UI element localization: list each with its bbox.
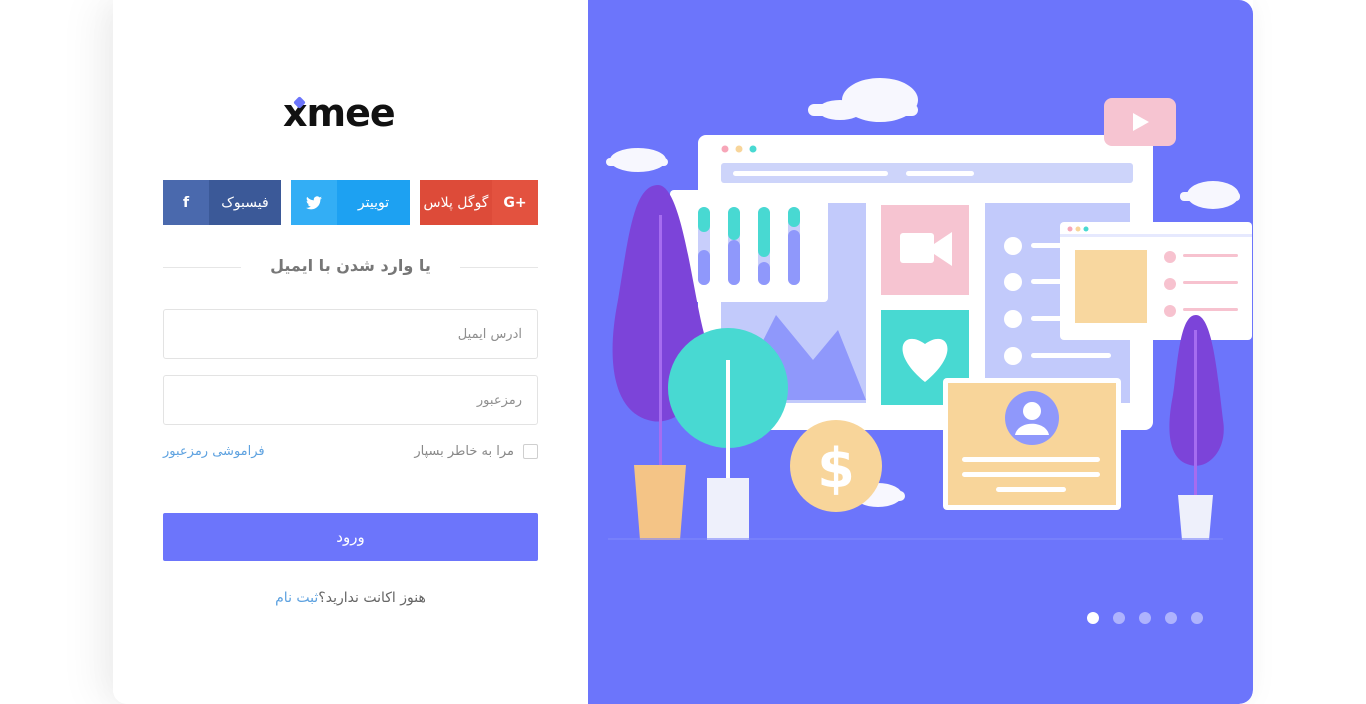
carousel-dot[interactable] [1113,612,1125,624]
facebook-label: فیسبوک [221,194,269,211]
signup-prompt: هنوز اکانت ندارید؟ثبت نام [113,590,588,606]
remember-checkbox[interactable] [523,444,538,459]
facebook-login-button[interactable]: f فیسبوک [163,180,281,225]
email-input[interactable] [164,310,537,358]
facebook-icon: f [163,180,209,225]
email-divider: یا وارد شدن با ایمیل [163,256,538,280]
remember-me[interactable]: مرا به خاطر بسپار [414,444,538,459]
twitter-login-button[interactable]: توییتر [291,180,410,225]
login-card: xmee f فیسبوک توییتر G+ گوگل پلاس یا وار… [113,0,1253,704]
divider-line [460,267,538,268]
signup-text: هنوز اکانت ندارید؟ [318,590,426,606]
carousel-dots [1087,612,1203,624]
login-panel: xmee f فیسبوک توییتر G+ گوگل پلاس یا وار… [113,0,588,704]
twitter-icon [291,180,337,225]
login-button[interactable]: ورود [163,513,538,561]
divider-line [163,267,241,268]
remember-label: مرا به خاطر بسپار [414,444,514,459]
carousel-dot[interactable] [1165,612,1177,624]
googleplus-icon: G+ [492,180,538,225]
cloud-icon [606,148,668,172]
password-input[interactable] [164,376,537,424]
googleplus-login-button[interactable]: G+ گوگل پلاس [420,180,538,225]
carousel-dot[interactable] [1191,612,1203,624]
divider-text: یا وارد شدن با ایمیل [270,256,431,275]
illustration-panel: $ [588,0,1253,704]
carousel-dot[interactable] [1139,612,1151,624]
password-field [163,375,538,425]
email-field [163,309,538,359]
cloud-icon [808,78,918,122]
twitter-label: توییتر [357,194,390,211]
dashboard-illustration: $ [606,78,1252,540]
googleplus-label: گوگل پلاس [423,194,489,211]
brand-logo[interactable]: xmee [283,92,418,134]
logo-mark: xmee [283,92,396,134]
signup-link[interactable]: ثبت نام [275,590,318,606]
carousel-dot[interactable] [1087,612,1099,624]
forgot-password-link[interactable]: فراموشی رمزعبور [163,444,265,459]
cloud-icon [1180,181,1240,209]
svg-text:$: $ [817,437,855,500]
